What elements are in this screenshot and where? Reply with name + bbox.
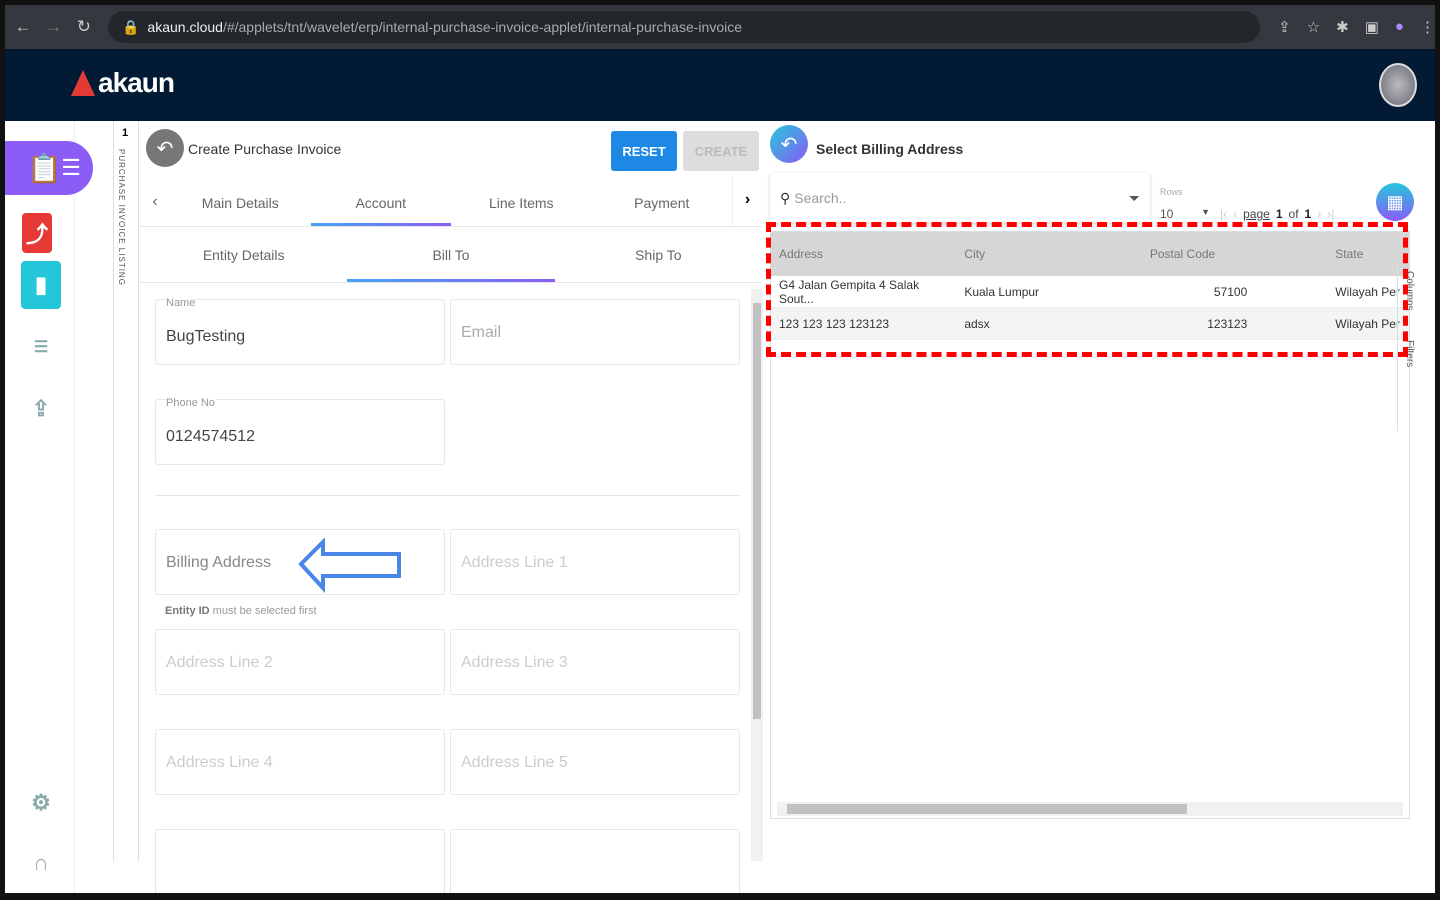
phone-field[interactable]: Phone No 0124574512 [155, 397, 445, 465]
address-line-5-field[interactable]: Address Line 5 [450, 729, 740, 795]
page-total: 1 [1304, 207, 1312, 221]
hint-text: must be selected first [209, 605, 317, 617]
star-icon[interactable]: ☆ [1307, 18, 1320, 36]
tab-payment[interactable]: Payment [592, 177, 733, 226]
tab-bill-to[interactable]: Bill To [347, 229, 555, 282]
horizontal-scrollbar[interactable] [777, 802, 1403, 816]
logo-text: akaun [98, 67, 175, 98]
profile-icon[interactable]: ● [1395, 18, 1404, 36]
filter-icon[interactable]: ⏷ [1129, 190, 1140, 207]
tab-entity-details[interactable]: Entity Details [140, 229, 347, 282]
annotation-arrow-icon [298, 538, 401, 594]
page-number: 1 [1275, 207, 1283, 221]
address-line-1-field[interactable]: Address Line 1 [450, 529, 740, 595]
purchase-invoice-listing-tab[interactable]: 1 PURCHASE INVOICE LISTING [113, 121, 139, 861]
name-field[interactable]: Name BugTesting [155, 297, 445, 365]
rows-select[interactable]: 10 ▼ [1160, 207, 1210, 221]
page-title: Create Purchase Invoice [188, 141, 342, 157]
clipboard-icon: 📋 [27, 152, 62, 184]
settings-icon[interactable]: ⚙ [21, 783, 61, 823]
first-page-icon[interactable]: |‹ [1220, 207, 1227, 221]
browser-toolbar: ← → ↻ 🔒 akaun.cloud/#/applets/tnt/wavelet… [5, 5, 1435, 49]
name-label: Name [166, 297, 196, 309]
main-tabs: ‹ Main Details Account Line Items Paymen… [140, 177, 762, 227]
share-icon[interactable]: ⇪ [1278, 18, 1291, 36]
phone-label: Phone No [166, 397, 215, 409]
sub-tabs: Entity Details Bill To Ship To [140, 229, 762, 283]
tab-scroll-left[interactable]: ‹ [140, 177, 170, 226]
tab-ship-to[interactable]: Ship To [555, 229, 762, 282]
headset-icon[interactable]: ∩ [21, 843, 61, 883]
extensions-icon[interactable]: ✱ [1336, 18, 1349, 36]
prev-page-icon[interactable]: ‹ [1233, 207, 1237, 221]
app-header: akaun [5, 49, 1435, 121]
panel-title: Select Billing Address [816, 141, 964, 157]
address-line-1-placeholder: Address Line 1 [461, 554, 568, 571]
next-field[interactable] [450, 829, 740, 893]
search-box[interactable]: ⚲ Search.. ⏷ [770, 173, 1150, 223]
grid-icon: ▦ [1386, 191, 1404, 212]
lock-icon: 🔒 [121, 18, 140, 35]
sidebar-toggle-button[interactable]: 📋 ☰ [5, 141, 93, 195]
divider [155, 495, 740, 496]
menu-icon[interactable]: ⋮ [1420, 18, 1435, 36]
dropdown-icon: ▼ [1201, 207, 1210, 217]
vertical-scrollbar[interactable] [751, 289, 763, 861]
listing-label: PURCHASE INVOICE LISTING [117, 149, 126, 286]
pdf-icon[interactable]: ⤴ [22, 213, 52, 253]
list-icon[interactable]: ☰ [21, 327, 61, 367]
billing-address-placeholder: Billing Address [166, 554, 271, 571]
phone-value: 0124574512 [166, 428, 255, 445]
tab-account[interactable]: Account [310, 177, 452, 226]
annotation-highlight-box [766, 222, 1408, 357]
url-path: /#/applets/tnt/wavelet/erp/internal-purc… [222, 19, 742, 35]
sidebar-icon[interactable]: ▣ [1365, 18, 1379, 36]
back-button[interactable]: ↶ [770, 125, 808, 163]
create-invoice-panel: ↶ Create Purchase Invoice RESET CREATE ‹… [140, 121, 763, 893]
next-field[interactable] [155, 829, 445, 893]
reload-icon[interactable]: ↻ [72, 17, 96, 37]
address-bar[interactable]: 🔒 akaun.cloud/#/applets/tnt/wavelet/erp/i… [107, 11, 1261, 43]
akaun-logo[interactable]: akaun [71, 67, 175, 99]
grid-toggle-button[interactable]: ▦ [1376, 183, 1414, 221]
last-page-icon[interactable]: ›| [1327, 207, 1334, 221]
upload-icon[interactable]: ⇪ [21, 389, 61, 429]
reset-button[interactable]: RESET [611, 131, 677, 171]
name-value: BugTesting [166, 328, 246, 345]
menu-collapse-icon: ☰ [61, 155, 81, 180]
document-icon[interactable]: ▮ [21, 261, 61, 309]
email-placeholder: Email [461, 324, 502, 341]
address-line-4-field[interactable]: Address Line 4 [155, 729, 445, 795]
tab-main-details[interactable]: Main Details [170, 177, 311, 226]
next-page-icon[interactable]: › [1317, 207, 1321, 221]
create-button[interactable]: CREATE [683, 131, 759, 171]
back-button[interactable]: ↶ [146, 129, 184, 167]
listing-count: 1 [122, 127, 129, 139]
address-line-5-placeholder: Address Line 5 [461, 754, 568, 771]
pagination: |‹ ‹ page 1 of 1 › ›| [1220, 207, 1334, 221]
avatar[interactable] [1379, 63, 1417, 107]
forward-icon[interactable]: → [41, 17, 65, 37]
email-field[interactable]: Email [450, 299, 740, 365]
rows-value: 10 [1160, 207, 1174, 221]
search-icon: ⚲ [780, 189, 791, 206]
billing-hint: Entity ID must be selected first [165, 605, 317, 617]
rows-label: Rows [1160, 187, 1183, 197]
search-input[interactable]: Search.. [794, 190, 1129, 206]
hint-bold: Entity ID [165, 605, 210, 617]
address-line-2-field[interactable]: Address Line 2 [155, 629, 445, 695]
sidebar: 📋 ☰ ⤴ ▮ ☰ ⇪ ⚙ ∩ [5, 121, 93, 893]
tab-scroll-right[interactable]: › [732, 177, 762, 226]
url-domain: akaun.cloud [147, 19, 223, 35]
address-line-2-placeholder: Address Line 2 [166, 654, 273, 671]
back-icon[interactable]: ← [11, 17, 35, 37]
logo-icon [71, 70, 95, 96]
tab-line-items[interactable]: Line Items [451, 177, 592, 226]
page-label: page [1243, 207, 1270, 221]
address-line-4-placeholder: Address Line 4 [166, 754, 273, 771]
page-of: of [1288, 207, 1299, 221]
address-line-3-placeholder: Address Line 3 [461, 654, 568, 671]
address-line-3-field[interactable]: Address Line 3 [450, 629, 740, 695]
